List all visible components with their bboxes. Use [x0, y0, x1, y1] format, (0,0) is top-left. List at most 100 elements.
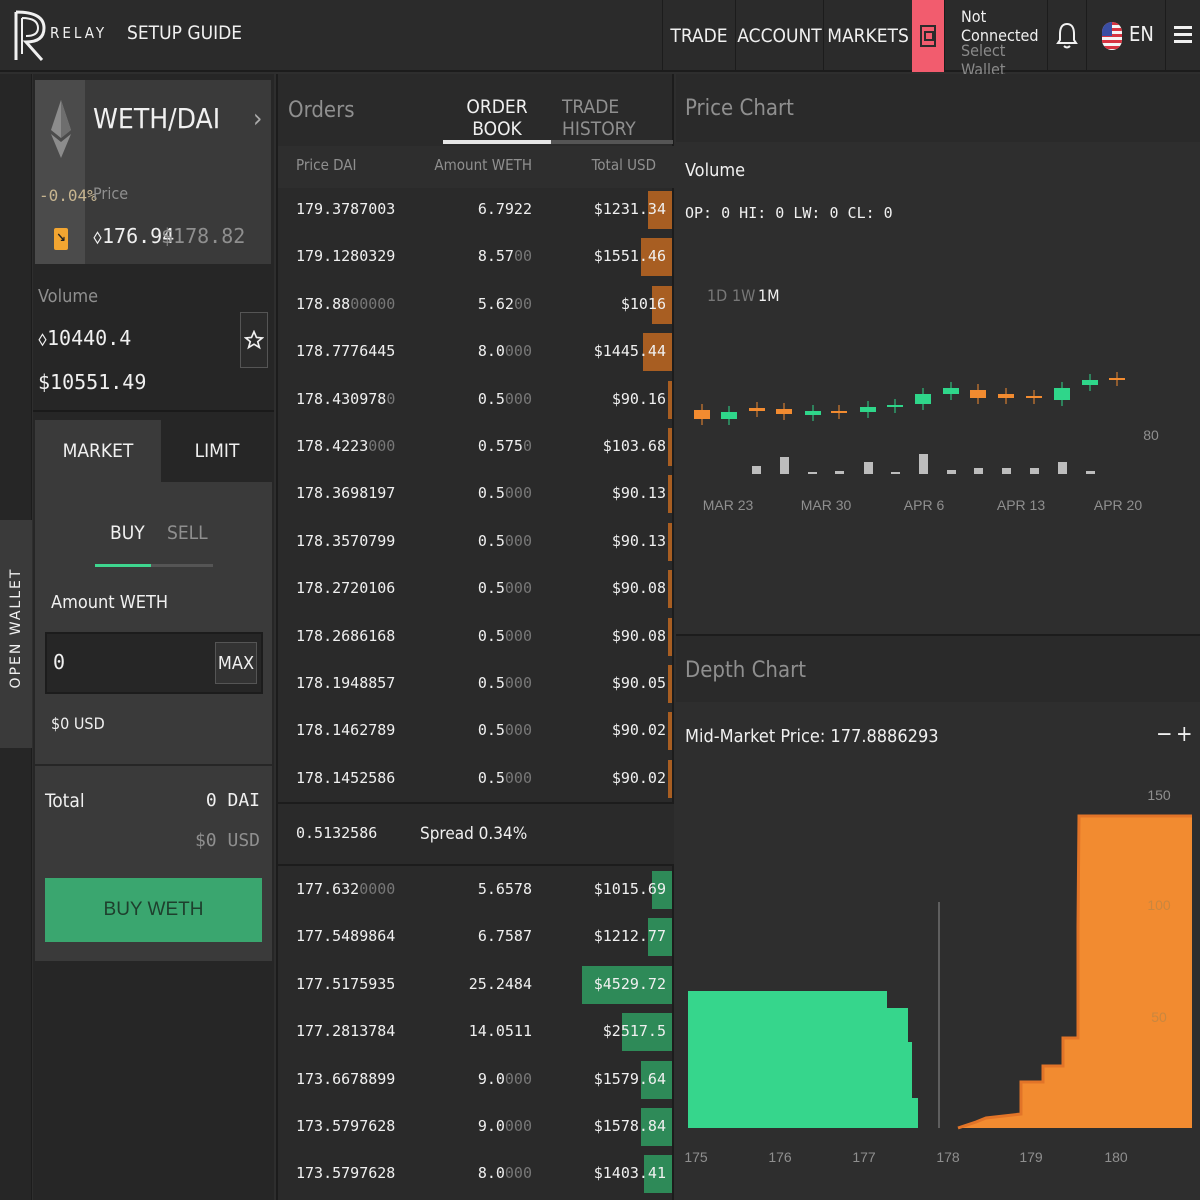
- relay-logo-icon[interactable]: [12, 8, 48, 64]
- col-price: Price DAI: [296, 156, 357, 174]
- depth-y-label: 100: [1147, 897, 1171, 913]
- depth-y-label: 50: [1151, 1009, 1167, 1025]
- ask-row[interactable]: 178.4223000 0.5750 $103.68: [278, 425, 674, 472]
- ask-total: $90.13: [611, 484, 666, 503]
- bid-row[interactable]: 173.6678899 9.0000 $1579.64: [278, 1058, 674, 1105]
- x-axis-label: APR 20: [1094, 497, 1142, 513]
- volume-bar: [780, 457, 789, 474]
- ask-amount: 0.5000: [477, 579, 532, 598]
- candle: [1054, 388, 1070, 400]
- star-icon: [244, 330, 264, 350]
- volume-bar: [864, 462, 873, 474]
- bid-row[interactable]: 177.6320000 5.6578 $1015.69: [278, 868, 674, 915]
- volume-bar: [1086, 471, 1095, 474]
- orders-title: Orders: [288, 98, 355, 123]
- ask-price: 178.4223000: [296, 437, 396, 455]
- nav-trade[interactable]: TRADE: [662, 0, 735, 72]
- candle: [749, 408, 765, 411]
- favorite-button[interactable]: [240, 312, 268, 368]
- bid-price: 173.5797628: [296, 1117, 396, 1135]
- ask-row[interactable]: 178.1462789 0.5000 $90.02: [278, 709, 674, 756]
- volume-bar: [1030, 468, 1039, 474]
- market-selector[interactable]: ↘ WETH/DAI › -0.04% Price ⬨176.94 $178.8…: [35, 80, 271, 264]
- candle: [721, 412, 737, 419]
- bid-row[interactable]: 173.5797628 8.0000 $1403.41: [278, 1152, 674, 1199]
- depth-x-label: 180: [1104, 1149, 1128, 1165]
- wallet-status[interactable]: Not Connected Select Wallet: [944, 0, 1048, 79]
- ask-amount: 0.5000: [477, 674, 532, 692]
- ask-row[interactable]: 179.1280329 8.5700 $1551.46: [278, 235, 674, 282]
- buy-weth-button[interactable]: BUY WETH: [45, 878, 262, 942]
- candle: [1026, 396, 1042, 398]
- y-axis-label: 80: [1143, 427, 1159, 443]
- ask-row[interactable]: 178.2686168 0.5000 $90.08: [278, 615, 674, 662]
- nav-account[interactable]: ACCOUNT: [735, 0, 823, 72]
- ask-amount: 0.5000: [477, 531, 532, 550]
- candle: [943, 388, 959, 394]
- ask-amount: 0.5000: [477, 626, 532, 645]
- bid-amount: 6.7587: [477, 927, 532, 946]
- ask-total: $103.68: [602, 437, 666, 455]
- ask-amount: 0.5000: [477, 768, 532, 787]
- ask-row[interactable]: 178.4309780 0.5000 $90.16: [278, 378, 674, 425]
- bid-price: 173.5797628: [296, 1164, 396, 1183]
- amount-input[interactable]: [53, 644, 203, 680]
- ask-total: $1016: [620, 294, 666, 313]
- tab-order-book[interactable]: ORDER BOOK: [443, 96, 551, 140]
- spread-row: 0.5132586 Spread 0.34%: [278, 802, 674, 866]
- x-axis-label: APR 6: [904, 497, 945, 513]
- ask-row[interactable]: 178.8800000 5.6200 $1016: [278, 283, 674, 330]
- open-wallet-tab[interactable]: OPEN WALLET: [0, 520, 32, 748]
- ask-total: $90.05: [611, 674, 666, 692]
- ask-amount: 0.5750: [477, 437, 532, 455]
- ask-amount: 0.5000: [477, 389, 532, 408]
- ask-row[interactable]: 179.3787003 6.7922 $1231.34: [278, 188, 674, 235]
- ask-price: 178.1452586: [296, 768, 396, 787]
- language-selector[interactable]: EN: [1086, 0, 1166, 72]
- asks-depth-area: [958, 816, 1192, 1128]
- bid-row[interactable]: 177.5175935 25.2484 $4529.72: [278, 963, 674, 1010]
- hamburger-menu-icon[interactable]: [1174, 24, 1192, 46]
- bid-total: $1403.41: [593, 1164, 666, 1183]
- orderbook-column-headers: Price DAI Amount WETH Total USD: [278, 146, 674, 188]
- nav-markets[interactable]: MARKETS: [823, 0, 912, 72]
- setup-guide-link[interactable]: SETUP GUIDE: [127, 22, 242, 44]
- bid-price: 177.5175935: [296, 974, 396, 993]
- wallet-icon[interactable]: [912, 0, 944, 72]
- tab-trade-history[interactable]: TRADE HISTORY: [562, 96, 676, 140]
- tab-limit[interactable]: LIMIT: [161, 420, 273, 482]
- trade-panel: ↘ WETH/DAI › -0.04% Price ⬨176.94 $178.8…: [33, 74, 274, 1200]
- ask-row[interactable]: 178.2720106 0.5000 $90.08: [278, 567, 674, 614]
- ask-row[interactable]: 178.3698197 0.5000 $90.13: [278, 472, 674, 519]
- bell-icon[interactable]: [1056, 20, 1078, 50]
- ask-depth-bar: [668, 475, 672, 514]
- depth-x-label: 175: [684, 1149, 708, 1165]
- max-button[interactable]: MAX: [215, 642, 257, 684]
- bid-total: $1212.77: [593, 927, 666, 946]
- ask-row[interactable]: 178.1452586 0.5000 $90.02: [278, 757, 674, 804]
- ask-total: $90.02: [611, 768, 666, 787]
- ask-row[interactable]: 178.3570799 0.5000 $90.13: [278, 520, 674, 567]
- depth-x-label: 178: [936, 1149, 960, 1165]
- tab-buy[interactable]: BUY: [110, 522, 145, 544]
- depth-y-label: 150: [1147, 787, 1171, 803]
- ask-row[interactable]: 178.7776445 8.0000 $1445.44: [278, 330, 674, 377]
- ask-amount: 8.0000: [477, 342, 532, 361]
- ethereum-icon: [51, 100, 71, 158]
- volume-label: Volume: [38, 286, 99, 307]
- bid-row[interactable]: 177.2813784 14.0511 $2517.5: [278, 1010, 674, 1057]
- volume-bar: [919, 454, 928, 474]
- ask-price: 178.4309780: [296, 389, 396, 408]
- ask-row[interactable]: 178.1948857 0.5000 $90.05: [278, 662, 674, 709]
- chevron-right-icon: ›: [253, 104, 263, 134]
- bid-row[interactable]: 177.5489864 6.7587 $1212.77: [278, 915, 674, 962]
- tab-market[interactable]: MARKET: [35, 420, 161, 482]
- volume-bar: [752, 466, 761, 474]
- bid-price: 173.6678899: [296, 1069, 396, 1088]
- bid-total: $2517.5: [602, 1022, 666, 1041]
- ask-amount: 8.5700: [477, 247, 532, 266]
- tab-sell[interactable]: SELL: [167, 522, 208, 544]
- bid-row[interactable]: 173.5797628 9.0000 $1578.84: [278, 1105, 674, 1152]
- ask-price: 178.2720106: [296, 579, 396, 598]
- ask-depth-bar: [668, 380, 672, 419]
